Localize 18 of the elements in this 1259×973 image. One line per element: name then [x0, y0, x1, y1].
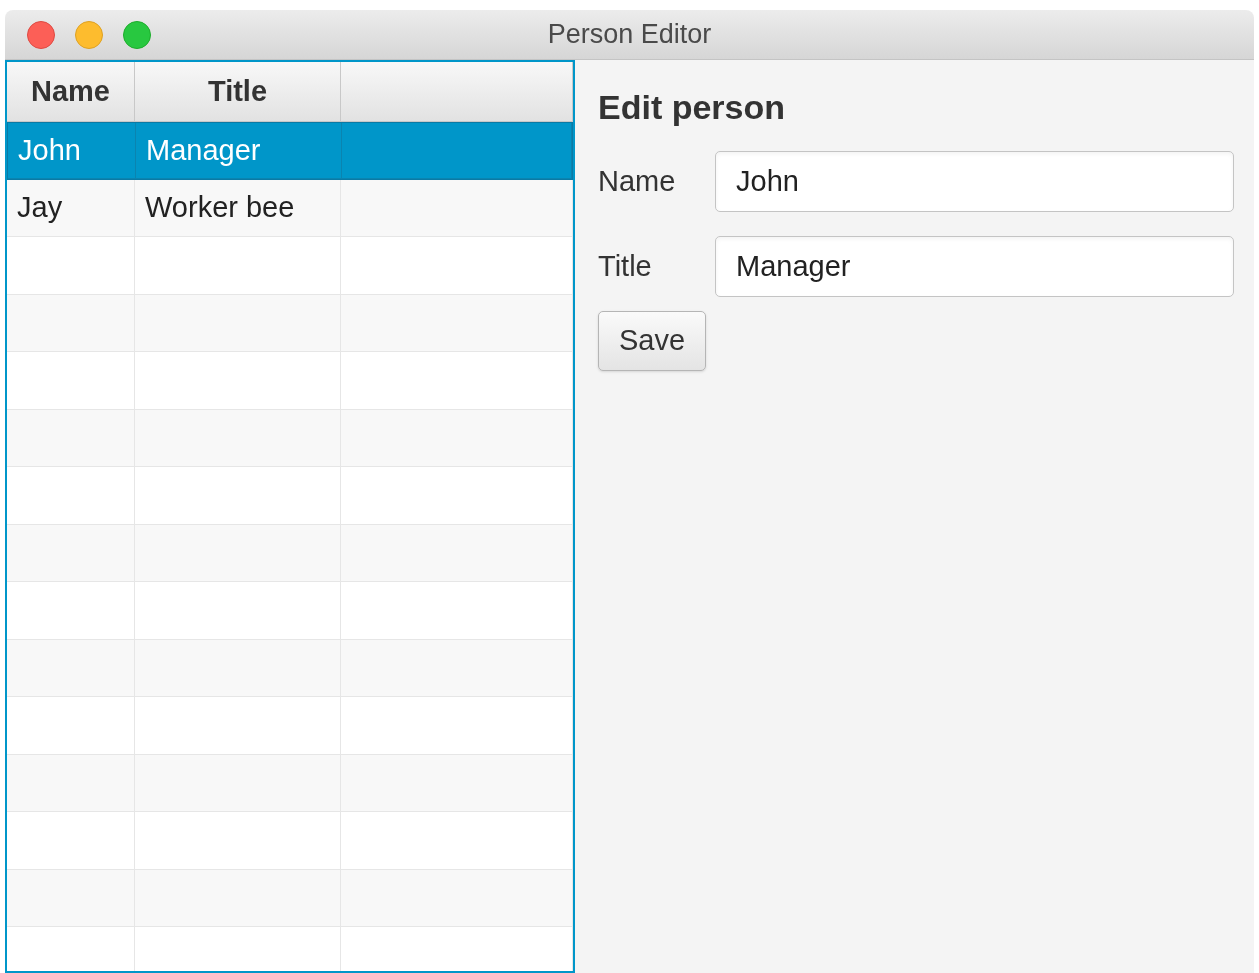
table-row[interactable]: Jay Worker bee — [7, 179, 573, 237]
column-header[interactable]: Name — [7, 62, 135, 121]
close-button[interactable] — [27, 20, 55, 49]
column-header[interactable]: Title — [135, 62, 341, 121]
input-field[interactable]: Manager — [715, 236, 1234, 297]
table-cell-text: Jay — [16, 190, 63, 225]
table-cell-text: Worker bee — [144, 190, 295, 225]
table-cell-text: John — [17, 132, 81, 168]
save-button[interactable]: Save — [598, 311, 707, 371]
section-heading: Edit person — [598, 87, 786, 128]
table-cell-text: Manager — [145, 132, 261, 168]
input-field[interactable]: John — [715, 151, 1234, 212]
column-header[interactable] — [341, 62, 573, 121]
window-title: Person Editor — [547, 18, 712, 52]
zoom-button[interactable] — [123, 20, 151, 49]
minimize-button[interactable] — [75, 20, 103, 49]
field-label: Name — [598, 163, 677, 199]
field-label: Title — [598, 248, 653, 284]
